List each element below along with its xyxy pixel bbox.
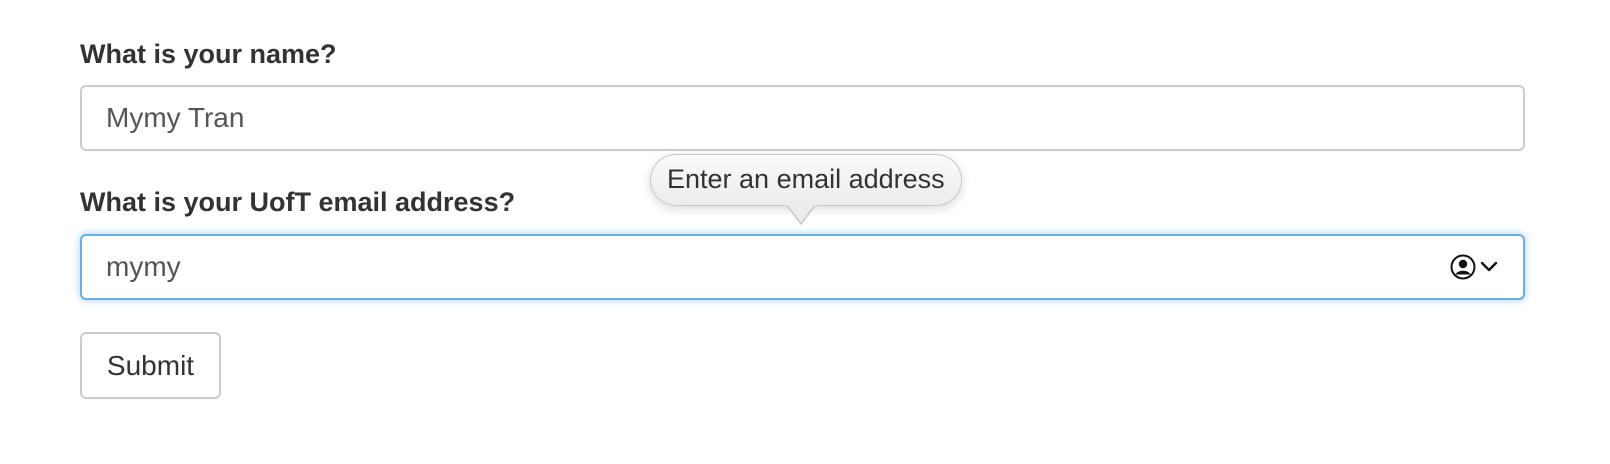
name-label: What is your name? [80,39,337,69]
person-circle-icon [1450,254,1476,280]
autofill-button[interactable] [1450,251,1502,283]
validation-tooltip: Enter an email address [650,154,962,206]
tooltip-arrow [785,203,817,226]
email-input[interactable] [80,234,1525,300]
submit-button[interactable]: Submit [80,332,221,399]
email-label: What is your UofT email address? [80,187,516,217]
chevron-down-icon [1480,261,1498,273]
name-input[interactable] [80,85,1525,151]
